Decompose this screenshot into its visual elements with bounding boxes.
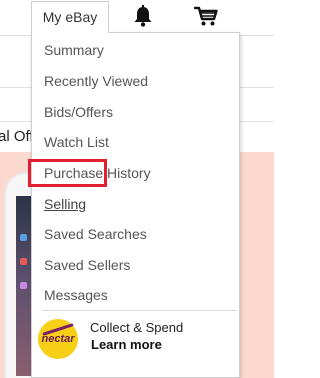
- menu-item-recently-viewed[interactable]: Recently Viewed: [44, 72, 148, 90]
- app-icon: [20, 282, 27, 289]
- learn-more-link[interactable]: Learn more: [91, 337, 162, 352]
- partially-hidden-banner-text: al Off: [0, 128, 34, 145]
- menu-item-purchase-history[interactable]: Purchase History: [44, 164, 151, 182]
- nectar-promo-title: Collect & Spend: [90, 320, 184, 335]
- nectar-promo[interactable]: nectar Collect & Spend Learn more: [38, 317, 234, 363]
- menu-item-summary[interactable]: Summary: [44, 41, 104, 59]
- menu-item-messages[interactable]: Messages: [44, 286, 108, 304]
- my-ebay-dropdown-menu: Summary Recently Viewed Bids/Offers Watc…: [31, 32, 240, 378]
- menu-item-watch-list[interactable]: Watch List: [44, 133, 109, 151]
- menu-item-bids-offers[interactable]: Bids/Offers: [44, 103, 113, 121]
- menu-item-saved-searches[interactable]: Saved Searches: [44, 225, 147, 243]
- menu-item-selling[interactable]: Selling: [44, 195, 86, 213]
- my-ebay-tab[interactable]: My eBay: [31, 1, 109, 33]
- menu-item-saved-sellers[interactable]: Saved Sellers: [44, 256, 130, 274]
- app-icon: [20, 234, 27, 241]
- app-icon: [20, 258, 27, 265]
- bell-icon[interactable]: [130, 4, 156, 28]
- cart-icon[interactable]: [193, 4, 219, 28]
- menu-divider: [42, 310, 237, 311]
- nectar-logo: nectar: [38, 319, 78, 359]
